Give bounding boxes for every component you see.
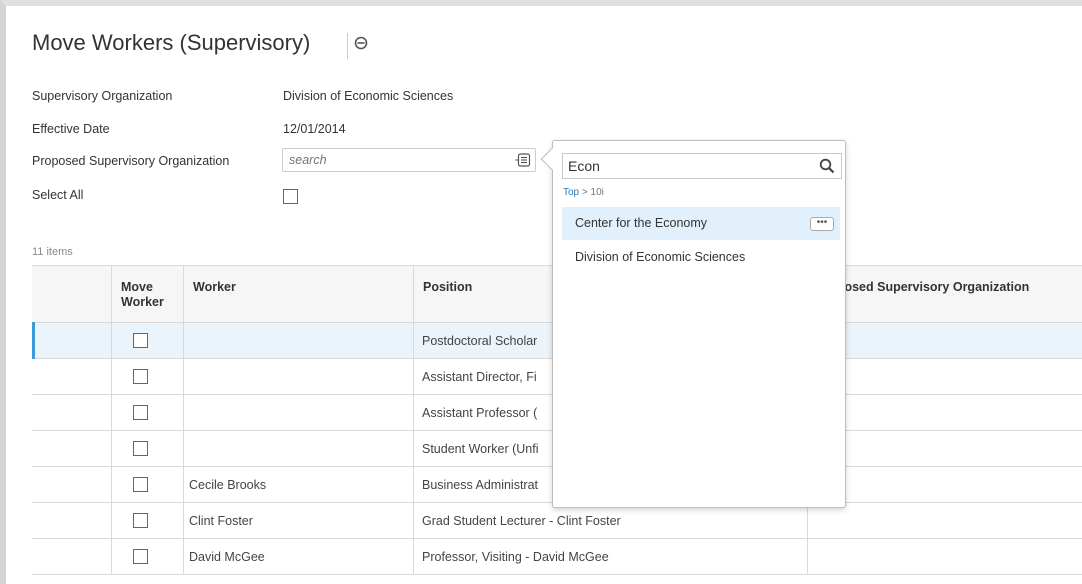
worker-name[interactable]: Clint Foster bbox=[189, 514, 253, 528]
title-divider bbox=[347, 33, 348, 59]
related-actions-icon[interactable] bbox=[354, 36, 368, 50]
popup-pointer bbox=[540, 147, 564, 171]
effective-date-label: Effective Date bbox=[32, 122, 110, 136]
position-name[interactable]: Postdoctoral Scholar bbox=[422, 334, 537, 348]
position-name[interactable]: Professor, Visiting - David McGee bbox=[422, 550, 609, 564]
row-blank-cell bbox=[32, 359, 112, 394]
row-blank-cell bbox=[32, 503, 112, 538]
worker-name[interactable]: David McGee bbox=[189, 550, 265, 564]
worker-cell bbox=[184, 359, 414, 394]
worker-cell: Clint Foster bbox=[184, 503, 414, 538]
breadcrumb-current: 10i bbox=[590, 187, 604, 198]
proposed-org-cell bbox=[808, 323, 1082, 358]
breadcrumb-separator: > bbox=[581, 187, 588, 198]
prompt-list-icon[interactable] bbox=[515, 153, 531, 167]
select-all-label: Select All bbox=[32, 188, 84, 202]
header-position: Position bbox=[423, 280, 473, 294]
supervisory-org-label: Supervisory Organization bbox=[32, 89, 173, 103]
table-row[interactable]: David McGee Professor, Visiting - David M… bbox=[32, 539, 1082, 575]
row-blank-cell bbox=[32, 467, 112, 502]
move-worker-checkbox[interactable] bbox=[133, 549, 148, 564]
position-name[interactable]: Student Worker (Unfi bbox=[422, 442, 538, 456]
breadcrumb: Top > 10i bbox=[563, 187, 604, 198]
move-worker-checkbox[interactable] bbox=[133, 441, 148, 456]
breadcrumb-top-link[interactable]: Top bbox=[563, 187, 579, 198]
proposed-org-cell bbox=[808, 431, 1082, 466]
row-blank-cell bbox=[32, 395, 112, 430]
row-blank-cell bbox=[32, 431, 112, 466]
header-worker: Worker bbox=[193, 280, 236, 294]
popup-option[interactable]: Center for the Economy ••• bbox=[562, 207, 840, 240]
move-worker-cell bbox=[112, 503, 184, 538]
effective-date-value: 12/01/2014 bbox=[283, 122, 346, 136]
header-move-worker: Move Worker bbox=[121, 280, 164, 309]
header-cell-blank bbox=[32, 266, 112, 322]
select-all-checkbox[interactable] bbox=[283, 189, 298, 204]
items-count: 11 items bbox=[32, 246, 73, 258]
proposed-org-cell bbox=[808, 503, 1082, 538]
row-blank-cell bbox=[32, 539, 112, 574]
position-name[interactable]: Assistant Professor ( bbox=[422, 406, 537, 420]
worker-name[interactable]: Cecile Brooks bbox=[189, 478, 266, 492]
header-cell-proposed-org: Proposed Supervisory Organization bbox=[808, 266, 1082, 322]
worker-cell bbox=[184, 323, 414, 358]
move-worker-cell bbox=[112, 467, 184, 502]
popup-option-label: Division of Economic Sciences bbox=[575, 250, 746, 264]
header-cell-worker: Worker bbox=[184, 266, 414, 322]
worker-cell bbox=[184, 431, 414, 466]
worker-cell bbox=[184, 395, 414, 430]
move-worker-cell bbox=[112, 359, 184, 394]
header-cell-move-worker: Move Worker bbox=[112, 266, 184, 322]
position-cell: Professor, Visiting - David McGee bbox=[414, 539, 808, 574]
proposed-org-label: Proposed Supervisory Organization bbox=[32, 154, 230, 168]
move-worker-checkbox[interactable] bbox=[133, 405, 148, 420]
popup-option-label: Center for the Economy bbox=[575, 216, 708, 230]
move-worker-cell bbox=[112, 431, 184, 466]
move-worker-cell bbox=[112, 395, 184, 430]
proposed-org-cell bbox=[808, 539, 1082, 574]
position-name[interactable]: Grad Student Lecturer - Clint Foster bbox=[422, 514, 621, 528]
header-proposed-org: Proposed Supervisory Organization bbox=[816, 280, 1030, 294]
position-name[interactable]: Assistant Director, Fi bbox=[422, 370, 537, 384]
proposed-org-cell bbox=[808, 359, 1082, 394]
move-worker-checkbox[interactable] bbox=[133, 333, 148, 348]
proposed-org-cell bbox=[808, 395, 1082, 430]
move-worker-cell bbox=[112, 539, 184, 574]
row-blank-cell bbox=[32, 323, 112, 358]
search-icon[interactable] bbox=[819, 158, 835, 174]
popup-search-input[interactable] bbox=[563, 154, 803, 178]
move-worker-checkbox[interactable] bbox=[133, 477, 148, 492]
app-window: Move Workers (Supervisory) Supervisory O… bbox=[0, 0, 1082, 584]
move-worker-checkbox[interactable] bbox=[133, 369, 148, 384]
proposed-org-search-field[interactable] bbox=[282, 148, 536, 172]
popup-option[interactable]: Division of Economic Sciences bbox=[562, 241, 840, 274]
move-worker-cell bbox=[112, 323, 184, 358]
popup-search-field[interactable] bbox=[562, 153, 842, 179]
worker-cell: Cecile Brooks bbox=[184, 467, 414, 502]
position-cell: Grad Student Lecturer - Clint Foster bbox=[414, 503, 808, 538]
move-worker-checkbox[interactable] bbox=[133, 513, 148, 528]
proposed-org-search-input[interactable] bbox=[283, 149, 503, 171]
worker-cell: David McGee bbox=[184, 539, 414, 574]
more-options-icon[interactable]: ••• bbox=[810, 217, 834, 231]
org-search-popup: Top > 10i Center for the Economy ••• Divis… bbox=[540, 140, 846, 508]
position-name[interactable]: Business Administrat bbox=[422, 478, 538, 492]
proposed-org-cell bbox=[808, 467, 1082, 502]
page-title: Move Workers (Supervisory) bbox=[32, 30, 311, 55]
supervisory-org-value: Division of Economic Sciences bbox=[283, 89, 454, 103]
table-row[interactable]: Clint Foster Grad Student Lecturer - Clin… bbox=[32, 503, 1082, 539]
